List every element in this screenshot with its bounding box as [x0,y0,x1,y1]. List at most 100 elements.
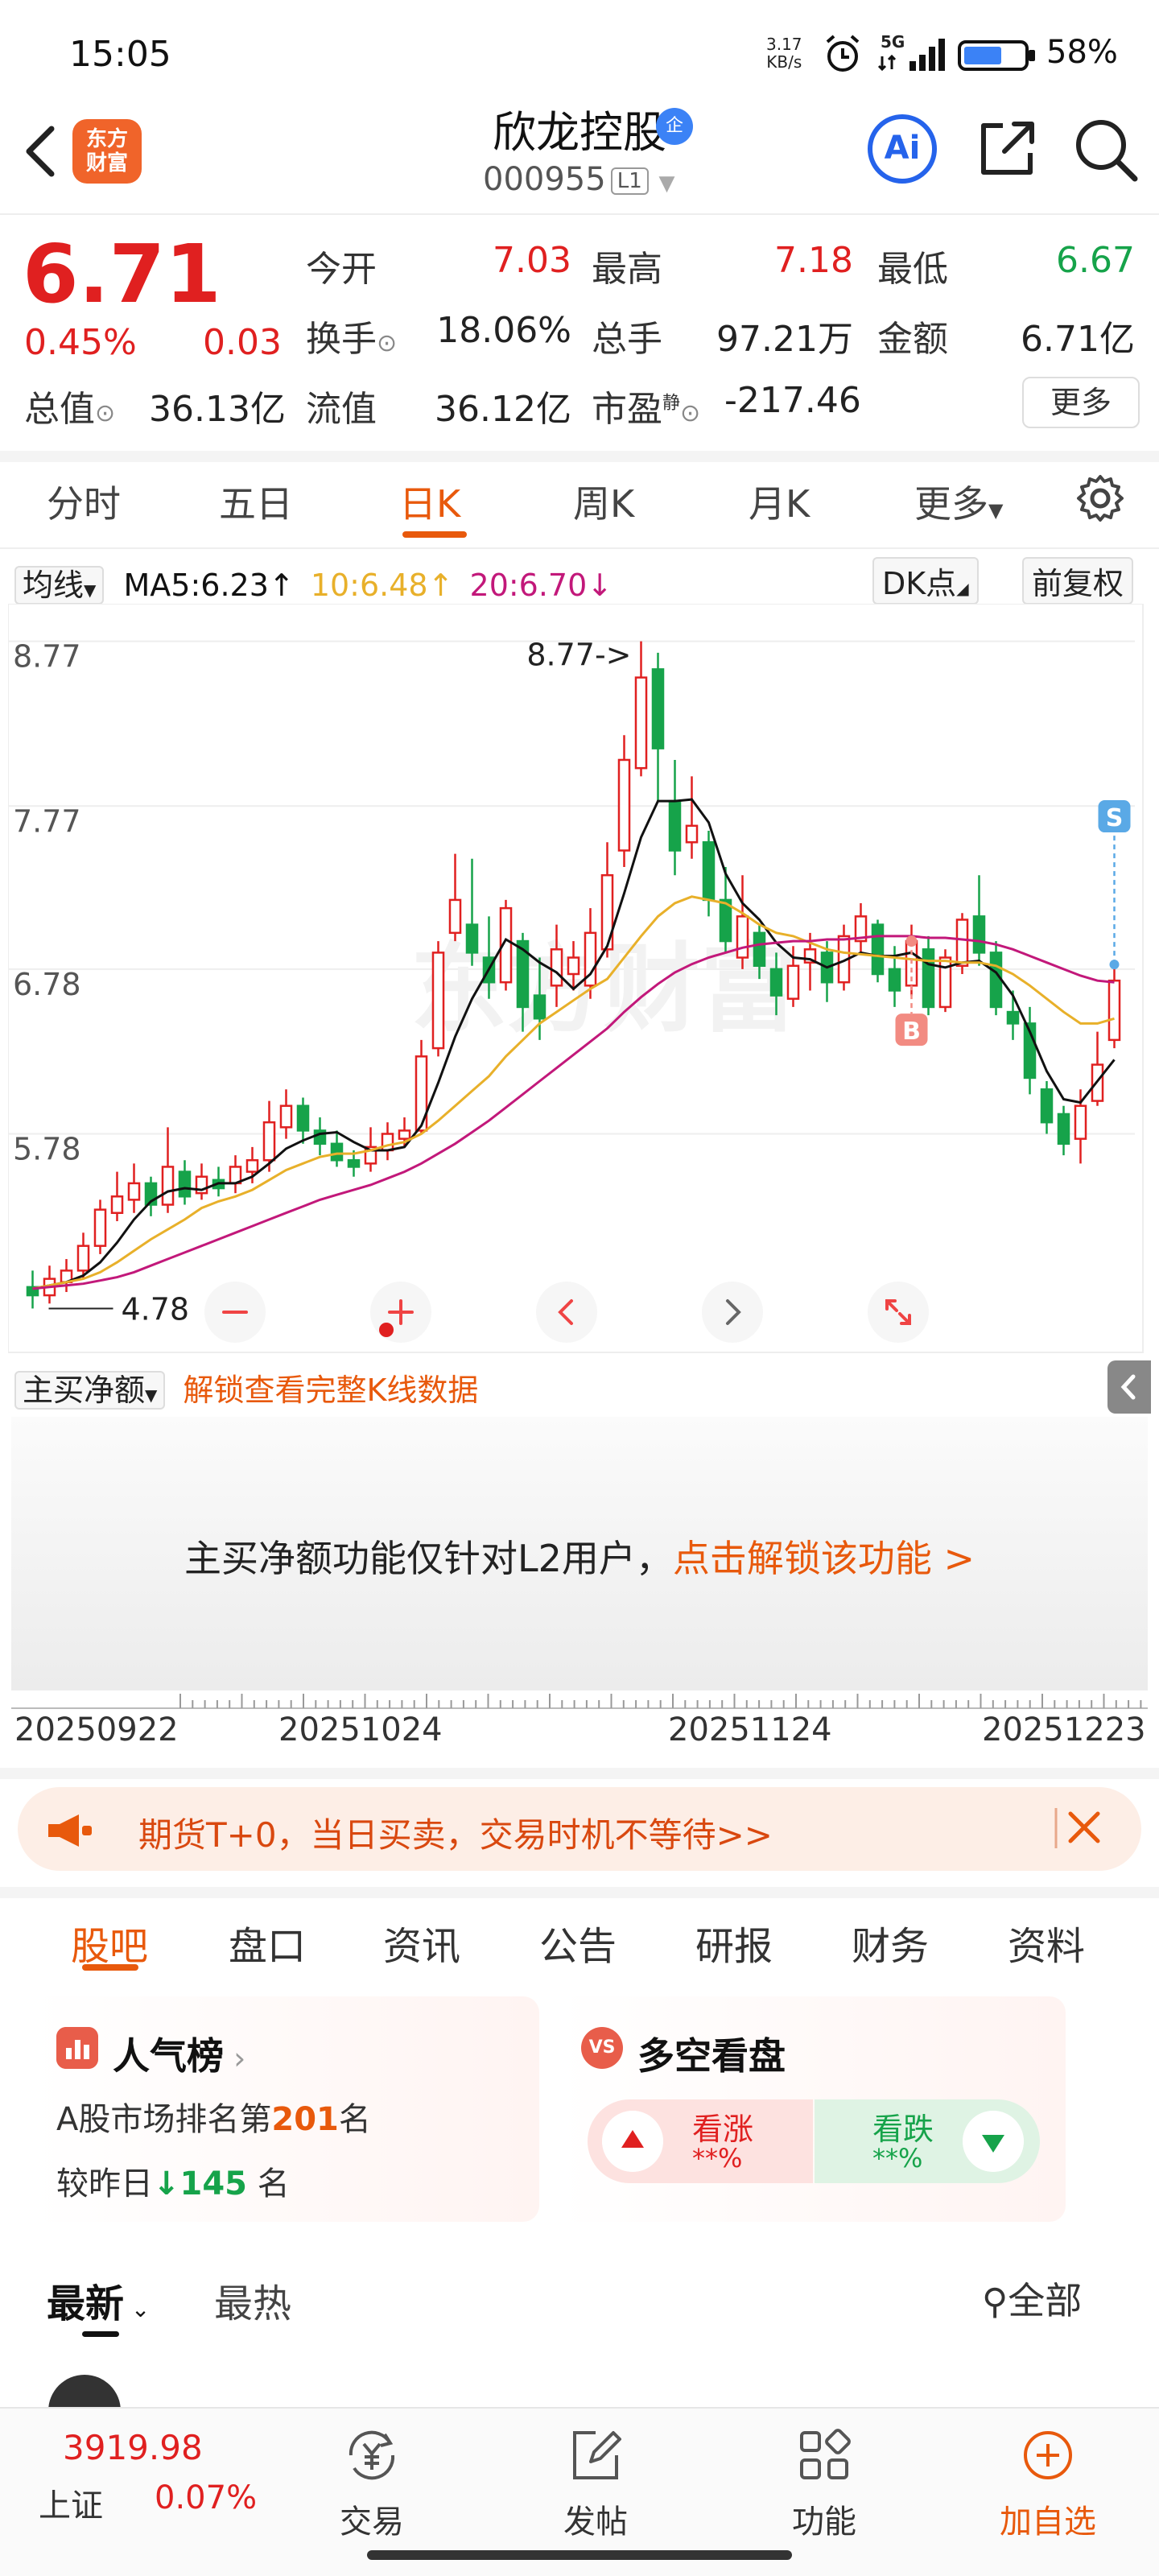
share-icon[interactable] [972,114,1041,184]
pe-label[interactable]: 市盈静⊙ [592,380,700,431]
candle-up [1107,979,1121,1042]
header-divider [0,213,1159,215]
network-speed: 3.17 KB/s [766,35,802,71]
tab-more[interactable]: 更多▼ [914,475,1003,528]
network-speed-value: 3.17 [766,35,802,54]
feed-filter-button[interactable]: ⚲全部 [982,2272,1082,2325]
nav-functions-label: 功能 [792,2504,856,2541]
tab-financials[interactable]: 财务 [852,1914,929,1971]
index-name[interactable]: 上证 [39,2479,103,2526]
active-tab-indicator [402,531,467,538]
market-cap-label-text: 总值 [24,389,95,430]
next-button[interactable] [702,1282,763,1343]
candle-up [550,948,563,987]
nav-functions[interactable]: 功能 [760,2423,889,2542]
date-axis-ticks [11,1694,1148,1709]
turnover-label[interactable]: 换手⊙ [306,310,397,361]
turnover-value: 18.06% [436,310,571,351]
arrow-up-icon: ↑ [268,568,295,603]
close-icon[interactable] [1053,1800,1109,1856]
candle-up [938,956,952,1009]
ma20-label: 20:6.70 [469,568,588,603]
rank-change-value: 145 [179,2165,248,2202]
more-button[interactable]: 更多 [1022,377,1140,428]
y-axis-labels: 8.77 7.77 6.78 5.78 [13,639,81,1167]
zoom-out-button[interactable] [204,1282,266,1343]
triangle-up-icon[interactable] [602,2111,663,2172]
candle-down [178,1170,192,1198]
unlock-feature-link[interactable]: 点击解锁该功能 > [673,1537,975,1580]
feed-tab-hot[interactable]: 最热 [214,2272,291,2328]
prev-button[interactable] [536,1282,597,1343]
unlock-kline-link[interactable]: 解锁查看完整K线数据 [184,1373,479,1408]
candle-down [330,1142,344,1162]
collapse-panel-icon[interactable] [1107,1360,1151,1414]
nav-post-label: 发帖 [563,2504,628,2541]
index-percent[interactable]: 0.07% [155,2479,257,2516]
indicator-selector[interactable]: 均线▼ [14,566,105,605]
signal-icon: 5G [877,32,950,76]
zoom-in-button[interactable] [370,1282,431,1343]
amount-value: 6.71亿 [1021,319,1135,360]
rank-change-suffix: 名 [247,2165,290,2202]
market-rank: A股市场排名第201名 [56,2093,371,2140]
candle-down [1006,1010,1020,1025]
price-adjust-button[interactable]: 前复权 [1022,557,1134,605]
control-bg [702,1282,763,1343]
tab-monthly-k[interactable]: 月K [749,475,810,528]
candle-down [888,968,901,992]
tab-profile[interactable]: 资料 [1008,1914,1085,1971]
tab-five-day[interactable]: 五日 [219,475,293,528]
candle-down [702,841,716,902]
market-cap-label[interactable]: 总值⊙ [24,380,115,431]
tab-order-book[interactable]: 盘口 [229,1914,306,1971]
tab-intraday[interactable]: 分时 [47,475,121,528]
dk-point-button[interactable]: DK点◢ [872,557,979,605]
fullscreen-button[interactable] [868,1282,929,1343]
open-label: 今开 [306,249,377,290]
feed-tab-latest[interactable]: 最新 ⌄ [47,2272,150,2328]
nav-add-watchlist-label: 加自选 [1000,2504,1096,2541]
triangle-down-icon[interactable] [963,2111,1024,2172]
promo-text[interactable]: 期货T+0，当日买卖，交易时机不等待>> [138,1808,773,1857]
tab-announcements[interactable]: 公告 [539,1914,617,1971]
sub-indicator-selector[interactable]: 主买净额▼ [14,1371,166,1410]
low-label: 最低 [877,249,948,290]
tab-daily-k[interactable]: 日K [399,475,460,528]
search-icon[interactable] [1070,114,1140,184]
caret-down-icon: ▼ [988,499,1004,522]
rank-prefix: A股市场排名第 [56,2101,272,2138]
info-icon: ⊙ [377,329,398,357]
nav-post[interactable]: 发帖 [531,2423,660,2542]
status-bar: 15:05 3.17 KB/s 5G 58% [0,0,1159,109]
app-logo[interactable]: 东方财富 [72,119,142,184]
candle-up [634,676,648,770]
index-value[interactable]: 3919.98 [63,2428,203,2467]
feed-filter-label: 全部 [1008,2279,1083,2322]
stock-code-row[interactable]: 000955 L1 ▼ [483,161,674,198]
indicator-selector-label: 均线 [23,568,85,603]
popularity-title[interactable]: 人气榜 › [113,2027,245,2080]
notification-dot [379,1323,394,1337]
back-arrow-icon[interactable] [18,119,66,184]
nav-add-watchlist[interactable]: 加自选 [984,2423,1112,2542]
candle-up [245,1159,259,1173]
date-label: 20250922 [14,1711,179,1748]
battery-icon [958,40,1035,71]
tab-news[interactable]: 资讯 [383,1914,460,1971]
candles [26,641,1121,1309]
yen-exchange-icon [349,2430,395,2480]
low-value: 6.67 [1056,240,1135,281]
nav-trade[interactable]: 交易 [307,2423,436,2542]
stock-code: 000955 [483,161,606,198]
tab-weekly-k[interactable]: 周K [573,475,634,528]
kline-chart[interactable]: 东方财富 8.777.776.785.78 8.77->4.78BS [8,604,1151,1356]
date-label: 20251223 [982,1711,1146,1748]
tab-research[interactable]: 研报 [695,1914,773,1971]
rank-value: 201 [271,2101,339,2138]
gear-icon[interactable] [1074,472,1127,525]
tab-forum[interactable]: 股吧 [71,1914,148,1971]
sell-marker-label: S [1106,804,1124,832]
ai-assistant-button[interactable]: Ai [868,114,937,184]
y-tick-label: 7.77 [13,803,81,839]
